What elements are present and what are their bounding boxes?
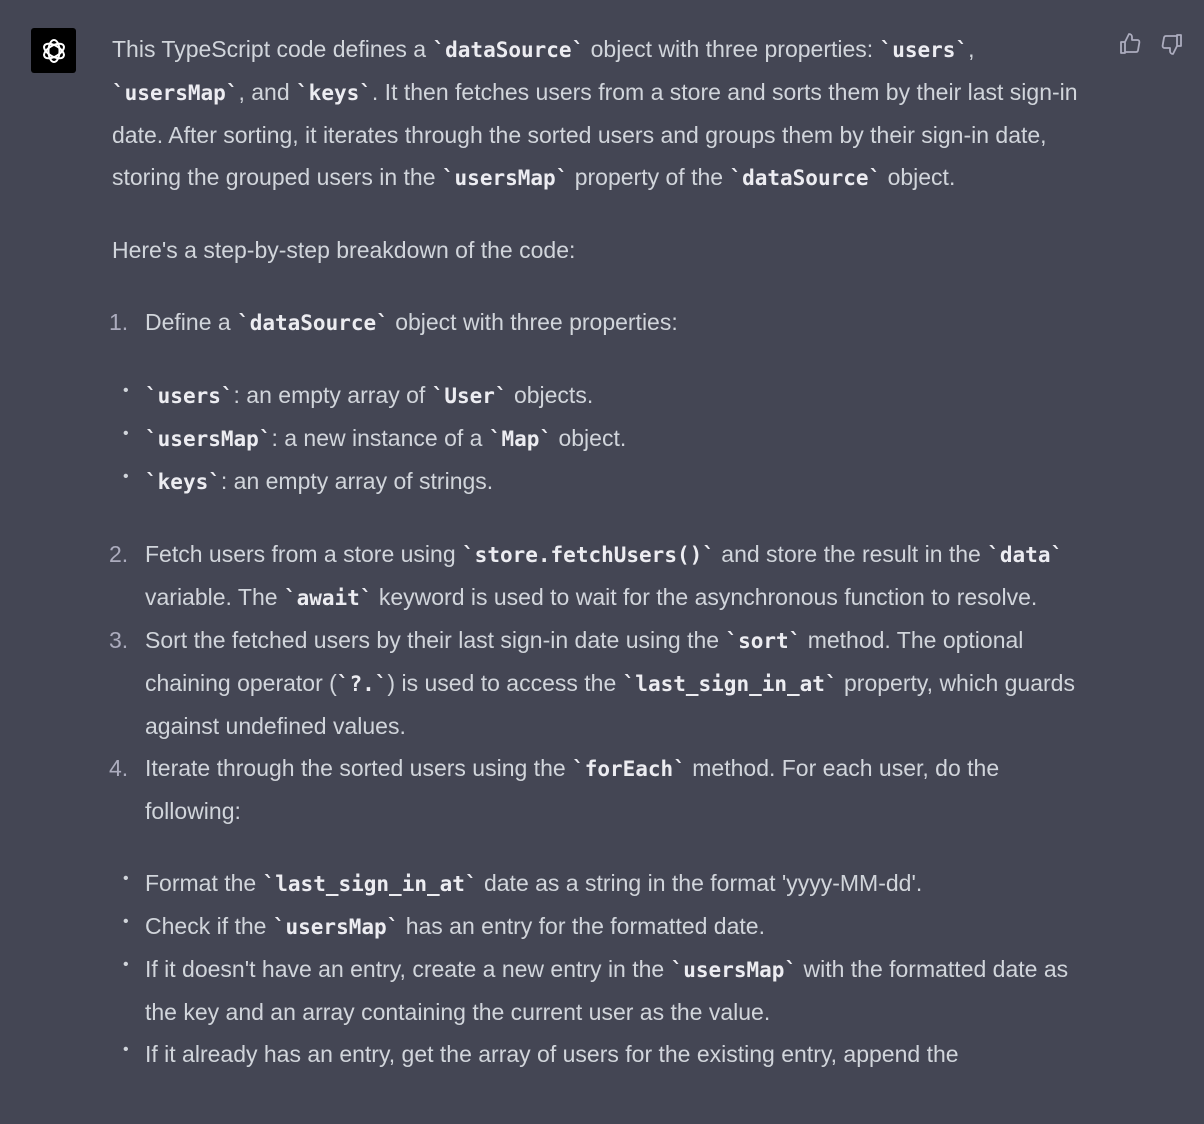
step-4-bullets: •Format the last_sign_in_at date as a st… [112,862,1092,1075]
list-item-step-1: 1.Define a dataSource object with three … [109,301,1092,344]
bullet-item: • If it already has an entry, get the arr… [123,1041,959,1067]
bullet-item: •usersMap: a new instance of a Map objec… [112,417,1092,460]
bullet-item: •users: an empty array of User objects. [112,374,1092,417]
list-number: 2. [109,541,129,567]
bullet-item: •Check if the usersMap has an entry for … [112,905,1092,948]
openai-logo-icon [42,38,65,63]
thumbs-down-button[interactable] [1160,32,1184,56]
assistant-avatar [31,28,76,73]
list-item-step-3: 3. Sort the fetched users by their last s… [109,619,1092,747]
list-number: 1. [109,309,129,335]
list-item-step-4: 4. Iterate through the sorted users using… [109,747,1092,832]
breakdown-intro: Here's a step-by-step breakdown of the c… [112,237,576,263]
bullet-item: • If it doesn't have an entry, create a n… [112,948,1092,1033]
bullet-item: •keys: an empty array of strings. [112,460,1092,503]
list-number: 3. [109,627,129,653]
list-item-step-2: 2.Fetch users from a store using store.f… [109,533,1092,619]
feedback-buttons [1118,32,1184,56]
thumbs-up-button[interactable] [1118,32,1142,56]
bullet-item: •Format the last_sign_in_at date as a st… [112,862,1092,905]
list-number: 4. [109,755,129,781]
step-1-bullets: •users: an empty array of User objects. … [112,374,1092,503]
thumbs-down-icon [1161,34,1182,55]
message-content: This TypeScript code defines a dataSourc… [109,28,1092,1105]
summary-paragraph: This TypeScript code defines a dataSourc… [112,28,1092,199]
thumbs-up-icon [1120,33,1141,54]
